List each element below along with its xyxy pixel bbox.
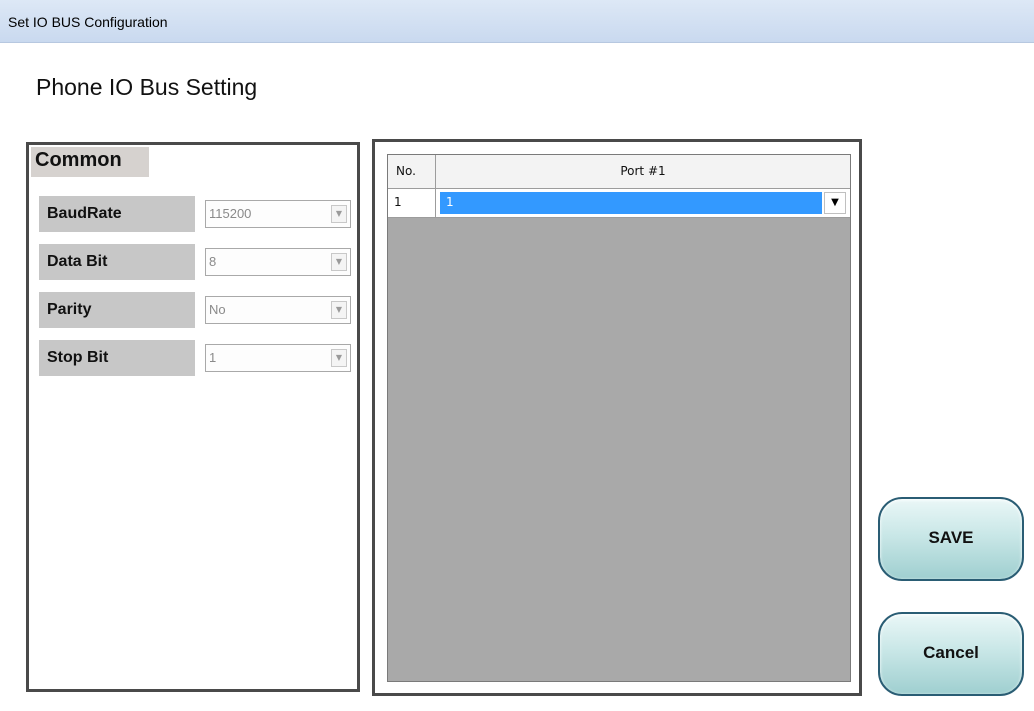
chevron-down-icon[interactable]: ▼ <box>331 205 347 223</box>
chevron-down-icon[interactable]: ▼ <box>331 253 347 271</box>
baudrate-label: BaudRate <box>47 205 122 222</box>
window-title: Set IO BUS Configuration <box>8 14 168 30</box>
dropdown-arrow-icon[interactable]: ▼ <box>824 192 846 214</box>
common-group: Common BaudRate 115200 ▼ Data Bit 8 ▼ Pa… <box>26 142 360 692</box>
title-bar: Set IO BUS Configuration <box>0 0 1034 43</box>
grid-header-row: No. Port #1 <box>388 155 850 189</box>
stop-bit-label: Stop Bit <box>47 349 109 366</box>
cancel-button[interactable]: Cancel <box>878 612 1024 696</box>
parity-label: Parity <box>47 301 92 318</box>
common-group-title: Common <box>35 149 122 171</box>
parity-label-box: Parity <box>39 292 195 328</box>
baudrate-value: 115200 <box>209 206 252 221</box>
port-value: 1 <box>446 195 454 209</box>
common-group-header: Common <box>31 147 149 177</box>
stop-bit-select[interactable]: 1 ▼ <box>205 344 351 372</box>
baudrate-select[interactable]: 115200 ▼ <box>205 200 351 228</box>
parity-value: No <box>209 302 226 317</box>
port-grid[interactable]: No. Port #1 1 1 ▼ <box>387 154 851 682</box>
table-row[interactable]: 1 1 ▼ <box>388 189 850 218</box>
column-header-port[interactable]: Port #1 <box>436 155 850 188</box>
data-bit-label: Data Bit <box>47 253 108 270</box>
data-bit-select[interactable]: 8 ▼ <box>205 248 351 276</box>
data-bit-label-box: Data Bit <box>39 244 195 280</box>
parity-select[interactable]: No ▼ <box>205 296 351 324</box>
chevron-down-icon[interactable]: ▼ <box>331 301 347 319</box>
chevron-down-icon[interactable]: ▼ <box>331 349 347 367</box>
row-number-cell: 1 <box>388 189 436 217</box>
save-button-label: SAVE <box>928 528 974 547</box>
port-combo-cell[interactable]: 1 <box>440 192 822 214</box>
port-grid-panel: No. Port #1 1 1 ▼ <box>372 139 862 696</box>
baudrate-label-box: BaudRate <box>39 196 195 232</box>
data-bit-value: 8 <box>209 254 217 269</box>
column-header-no[interactable]: No. <box>388 155 436 188</box>
column-header-no-label: No. <box>396 164 416 178</box>
row-number: 1 <box>394 195 402 209</box>
column-header-port-label: Port #1 <box>620 164 666 178</box>
save-button[interactable]: SAVE <box>878 497 1024 581</box>
cancel-button-label: Cancel <box>923 643 979 662</box>
page-title: Phone IO Bus Setting <box>36 74 258 100</box>
stop-bit-label-box: Stop Bit <box>39 340 195 376</box>
stop-bit-value: 1 <box>209 350 217 365</box>
